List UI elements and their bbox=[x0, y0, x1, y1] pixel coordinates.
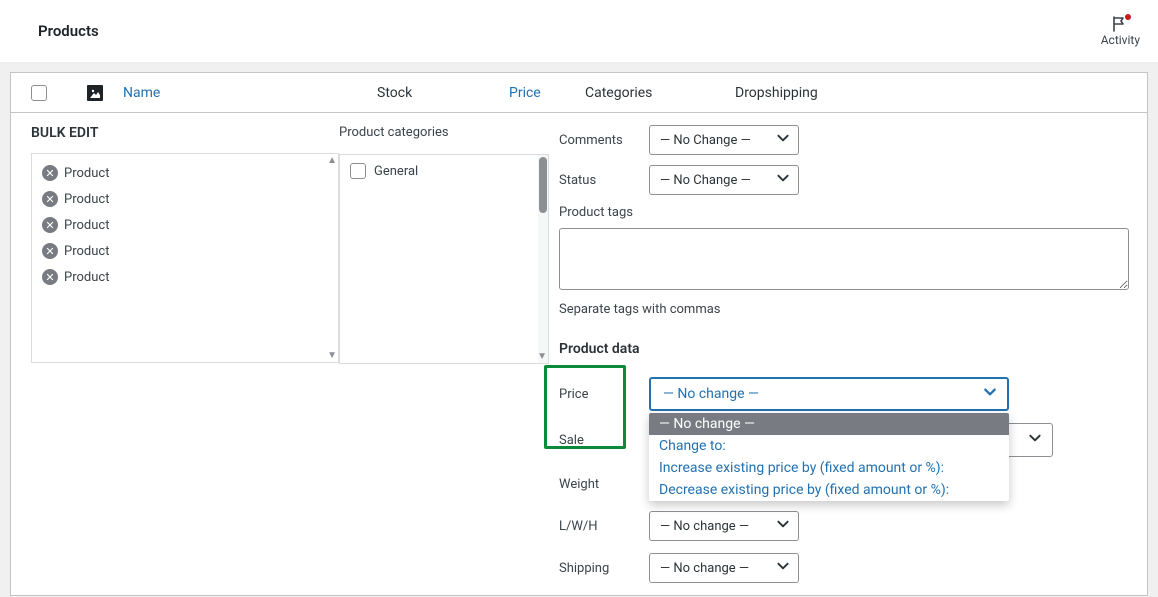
chevron-down-icon bbox=[776, 559, 790, 577]
activity-button[interactable]: Activity bbox=[1101, 16, 1140, 47]
category-list[interactable]: General ▼ bbox=[339, 154, 549, 364]
chevron-down-icon bbox=[1028, 431, 1042, 449]
price-option-decrease[interactable]: Decrease existing price by (fixed amount… bbox=[649, 479, 1009, 501]
lwh-row: L/W/H — No change — bbox=[559, 511, 1129, 541]
price-row: Price — No change — — No change — Change… bbox=[559, 377, 1129, 411]
price-select[interactable]: — No change — bbox=[649, 377, 1009, 411]
product-tags-input[interactable] bbox=[559, 228, 1129, 290]
product-name: Product bbox=[64, 218, 109, 233]
scroll-up-icon: ▲ bbox=[327, 155, 337, 166]
list-item: ✕ Product bbox=[38, 160, 332, 186]
image-icon bbox=[87, 85, 103, 101]
list-item: ✕ Product bbox=[38, 238, 332, 264]
image-column-header bbox=[67, 85, 123, 101]
bulk-edit-left: BULK EDIT ▲ ✕ Product ✕ Product ✕ Product ✕… bbox=[11, 125, 339, 595]
category-item[interactable]: General bbox=[350, 163, 538, 179]
product-categories-label: Product categories bbox=[339, 125, 549, 140]
product-name: Product bbox=[64, 192, 109, 207]
chevron-down-icon bbox=[776, 517, 790, 535]
weight-label: Weight bbox=[559, 477, 649, 492]
product-name: Product bbox=[64, 270, 109, 285]
select-value: — No change — bbox=[660, 561, 749, 576]
product-tags-label: Product tags bbox=[559, 205, 1129, 220]
activity-label: Activity bbox=[1101, 33, 1140, 47]
price-option-change-to[interactable]: Change to: bbox=[649, 435, 1009, 457]
bulk-edit-row: BULK EDIT ▲ ✕ Product ✕ Product ✕ Product ✕… bbox=[11, 113, 1147, 595]
price-label: Price bbox=[559, 387, 649, 402]
status-label: Status bbox=[559, 173, 649, 188]
product-tags-hint: Separate tags with commas bbox=[559, 302, 1129, 317]
category-checkbox[interactable] bbox=[350, 163, 366, 179]
remove-product-button[interactable]: ✕ bbox=[42, 269, 58, 285]
status-row: Status — No Change — bbox=[559, 165, 1129, 195]
bulk-edit-title: BULK EDIT bbox=[31, 125, 339, 141]
shipping-label: Shipping bbox=[559, 561, 649, 576]
price-option-no-change[interactable]: — No change — bbox=[649, 413, 1009, 435]
product-name: Product bbox=[64, 166, 109, 181]
select-value: — No change — bbox=[663, 386, 759, 402]
select-all-checkbox[interactable] bbox=[31, 85, 47, 101]
shipping-row: Shipping — No change — bbox=[559, 553, 1129, 583]
remove-product-button[interactable]: ✕ bbox=[42, 165, 58, 181]
products-panel: Name Stock Price Categories Dropshipping… bbox=[10, 72, 1148, 596]
selected-products-list[interactable]: ▲ ✕ Product ✕ Product ✕ Product ✕ Product ✕ P… bbox=[31, 153, 339, 363]
table-header: Name Stock Price Categories Dropshipping bbox=[11, 73, 1147, 113]
remove-product-button[interactable]: ✕ bbox=[42, 217, 58, 233]
price-column-header[interactable]: Price bbox=[509, 85, 585, 101]
price-dropdown: — No change — Change to: Increase existi… bbox=[649, 413, 1009, 501]
comments-row: Comments — No Change — bbox=[559, 125, 1129, 155]
bulk-edit-categories: Product categories General ▼ bbox=[339, 125, 559, 595]
sale-label: Sale bbox=[559, 433, 649, 448]
categories-column-header[interactable]: Categories bbox=[585, 85, 735, 101]
select-all-cell bbox=[11, 85, 67, 101]
scroll-down-icon: ▼ bbox=[537, 351, 547, 362]
stock-column-header[interactable]: Stock bbox=[377, 85, 509, 101]
product-name: Product bbox=[64, 244, 109, 259]
price-option-increase[interactable]: Increase existing price by (fixed amount… bbox=[649, 457, 1009, 479]
name-column-header[interactable]: Name bbox=[123, 85, 377, 101]
list-item: ✕ Product bbox=[38, 212, 332, 238]
scrollbar-thumb[interactable] bbox=[539, 157, 547, 213]
select-value: — No Change — bbox=[660, 173, 751, 188]
category-label: General bbox=[374, 164, 418, 179]
product-data-fields: Price — No change — — No change — Change… bbox=[559, 377, 1129, 583]
remove-product-button[interactable]: ✕ bbox=[42, 243, 58, 259]
scroll-down-icon: ▼ bbox=[327, 350, 337, 361]
list-item: ✕ Product bbox=[38, 264, 332, 290]
status-select[interactable]: — No Change — bbox=[649, 165, 799, 195]
lwh-label: L/W/H bbox=[559, 519, 649, 534]
page-title: Products bbox=[38, 22, 99, 40]
comments-label: Comments bbox=[559, 133, 649, 148]
select-value: — No Change — bbox=[660, 133, 751, 148]
lwh-select[interactable]: — No change — bbox=[649, 511, 799, 541]
shipping-select[interactable]: — No change — bbox=[649, 553, 799, 583]
page-header: Products Activity bbox=[0, 0, 1158, 62]
product-data-title: Product data bbox=[559, 341, 1129, 357]
notification-dot-icon bbox=[1125, 14, 1131, 20]
bulk-edit-fields: Comments — No Change — Status — No Chang… bbox=[559, 125, 1147, 595]
chevron-down-icon bbox=[776, 131, 790, 149]
comments-select[interactable]: — No Change — bbox=[649, 125, 799, 155]
dropshipping-column-header[interactable]: Dropshipping bbox=[735, 85, 818, 101]
flag-icon bbox=[1111, 16, 1129, 32]
select-value: — No change — bbox=[660, 519, 749, 534]
chevron-down-icon bbox=[983, 385, 997, 403]
scrollbar[interactable] bbox=[538, 155, 548, 363]
chevron-down-icon bbox=[776, 171, 790, 189]
remove-product-button[interactable]: ✕ bbox=[42, 191, 58, 207]
list-item: ✕ Product bbox=[38, 186, 332, 212]
